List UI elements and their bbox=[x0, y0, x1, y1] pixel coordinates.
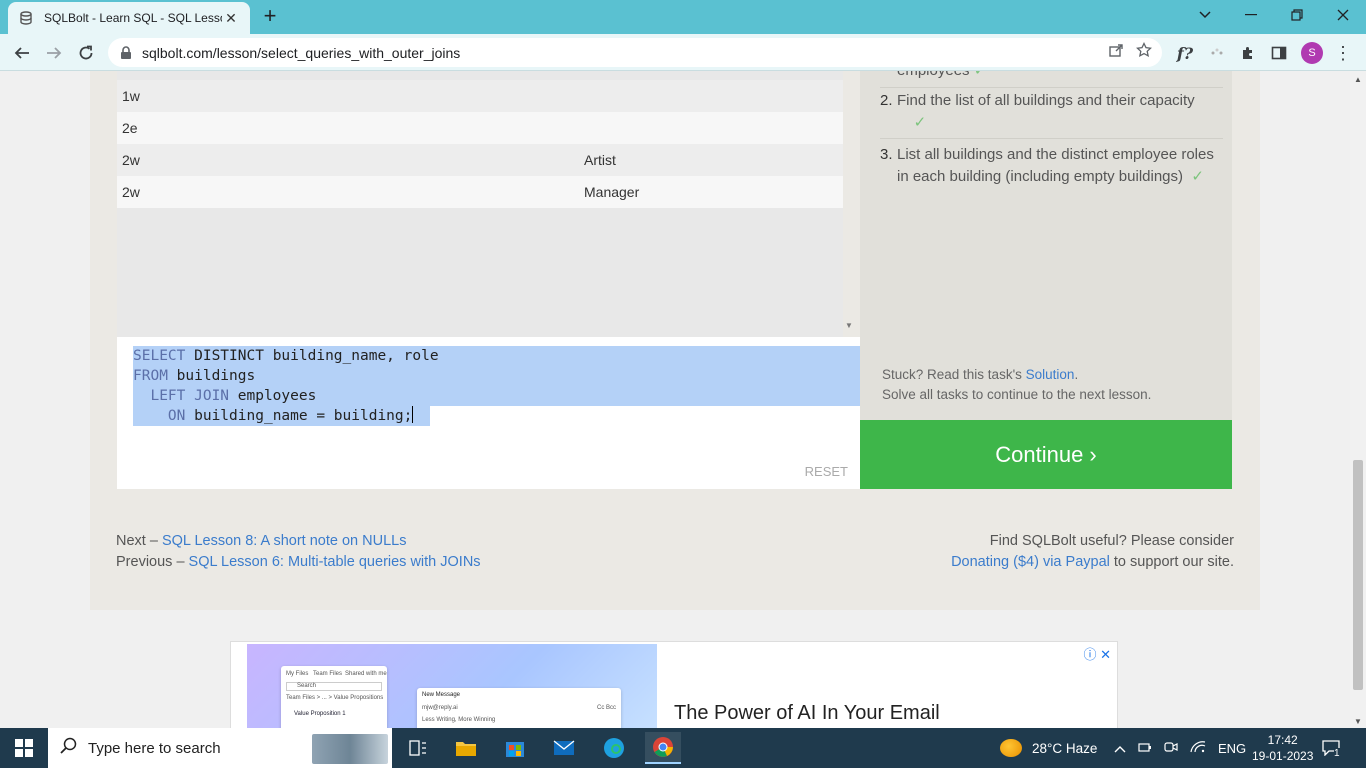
chrome-icon[interactable] bbox=[645, 732, 681, 764]
notifications-icon[interactable]: 1 bbox=[1322, 728, 1340, 768]
clock[interactable]: 17:42 19-01-2023 bbox=[1252, 728, 1313, 768]
table-row: 2w Manager bbox=[117, 176, 843, 208]
share-icon[interactable] bbox=[1108, 42, 1124, 63]
address-bar[interactable]: sqlbolt.com/lesson/select_queries_with_o… bbox=[108, 38, 1162, 67]
language-indicator[interactable]: ENG bbox=[1218, 741, 1246, 756]
chevron-up-icon[interactable] bbox=[1114, 741, 1126, 756]
results-scroll-down-icon[interactable]: ▼ bbox=[845, 321, 853, 330]
reset-button[interactable]: RESET bbox=[805, 464, 848, 479]
battery-icon[interactable] bbox=[1138, 741, 1152, 756]
check-icon: ✓ bbox=[974, 71, 987, 79]
table-row: 1w bbox=[117, 80, 843, 112]
next-lesson-line: Next – SQL Lesson 8: A short note on NUL… bbox=[116, 533, 407, 549]
tab-search-icon[interactable] bbox=[1182, 0, 1228, 30]
donate-prompt: Find SQLBolt useful? Please consider bbox=[989, 533, 1234, 549]
back-arrow-icon[interactable] bbox=[8, 39, 36, 67]
ad-mock-files-window: My Files Team Files Shared with me Searc… bbox=[281, 666, 387, 728]
continue-button[interactable]: Continue › bbox=[860, 420, 1232, 489]
tasks-panel: employees ✓ 2. Find the list of all buil… bbox=[860, 71, 1232, 420]
task-divider bbox=[880, 87, 1223, 88]
lesson-footer: Next – SQL Lesson 8: A short note on NUL… bbox=[90, 515, 1260, 610]
weather-widget[interactable]: 28°C Haze bbox=[1000, 728, 1097, 768]
extensions-puzzle-icon[interactable] bbox=[1235, 40, 1261, 66]
windows-taskbar: Type here to search 28°C Haze ENG 17:42 … bbox=[0, 728, 1366, 768]
edge-browser-icon[interactable] bbox=[596, 732, 632, 764]
side-panel-icon[interactable] bbox=[1266, 40, 1292, 66]
ad-mock-message-window: New Message mjw@reply.ai Cc Bcc Less Wri… bbox=[417, 688, 621, 728]
sql-code[interactable]: SELECT DISTINCT building_name, role FROM… bbox=[133, 346, 439, 426]
forward-arrow-icon[interactable] bbox=[40, 39, 68, 67]
search-icon bbox=[60, 737, 78, 760]
page-scrollbar[interactable]: ▲ ▼ bbox=[1350, 71, 1366, 728]
restore-icon[interactable] bbox=[1274, 0, 1320, 30]
scroll-up-icon[interactable]: ▲ bbox=[1354, 75, 1362, 84]
search-highlight-image bbox=[312, 734, 388, 764]
profile-avatar[interactable]: S bbox=[1299, 40, 1325, 66]
sql-editor[interactable]: SELECT DISTINCT building_name, role FROM… bbox=[117, 337, 860, 489]
browser-titlebar: SQLBolt - Learn SQL - SQL Lesso ✕ + bbox=[0, 0, 1366, 34]
donate-link[interactable]: Donating ($4) via Paypal bbox=[951, 554, 1110, 570]
text-caret bbox=[412, 406, 414, 423]
solve-all-hint: Solve all tasks to continue to the next … bbox=[882, 387, 1152, 402]
microsoft-store-icon[interactable] bbox=[497, 732, 533, 764]
solution-link[interactable]: Solution bbox=[1026, 367, 1075, 382]
next-lesson-link[interactable]: SQL Lesson 8: A short note on NULLs bbox=[162, 533, 407, 549]
task-view-icon[interactable] bbox=[400, 732, 436, 764]
donate-line: Donating ($4) via Paypal to support our … bbox=[951, 554, 1234, 570]
minimize-icon[interactable] bbox=[1228, 0, 1274, 30]
weather-sun-icon bbox=[1000, 739, 1022, 757]
advertisement[interactable]: My Files Team Files Shared with me Searc… bbox=[230, 641, 1118, 728]
wifi-icon[interactable] bbox=[1190, 740, 1206, 756]
reload-icon[interactable] bbox=[72, 39, 100, 67]
url-text: sqlbolt.com/lesson/select_queries_with_o… bbox=[142, 44, 461, 61]
browser-toolbar: sqlbolt.com/lesson/select_queries_with_o… bbox=[0, 34, 1366, 71]
menu-kebab-icon[interactable]: ⋮ bbox=[1330, 40, 1356, 66]
meet-now-icon[interactable] bbox=[1164, 741, 1178, 756]
ad-choices-icon[interactable]: ⓘ ✕ bbox=[1083, 644, 1111, 663]
system-tray: ENG bbox=[1114, 728, 1246, 768]
extension-dots-icon[interactable] bbox=[1204, 40, 1230, 66]
ad-image: My Files Team Files Shared with me Searc… bbox=[247, 644, 657, 728]
table-row: 2e bbox=[117, 112, 843, 144]
scroll-down-icon[interactable]: ▼ bbox=[1354, 717, 1362, 726]
table-row: 2w Artist bbox=[117, 144, 843, 176]
ad-headline[interactable]: The Power of AI In Your Email bbox=[674, 702, 940, 725]
sqlbolt-favicon-icon bbox=[18, 10, 34, 26]
tab-title: SQLBolt - Learn SQL - SQL Lesso bbox=[44, 11, 222, 25]
tab-close-icon[interactable]: ✕ bbox=[222, 10, 240, 27]
lock-icon bbox=[120, 45, 134, 60]
mail-icon[interactable] bbox=[546, 732, 582, 764]
browser-tab[interactable]: SQLBolt - Learn SQL - SQL Lesso ✕ bbox=[8, 2, 250, 34]
bookmark-star-icon[interactable] bbox=[1136, 41, 1152, 63]
scrollbar-thumb[interactable] bbox=[1353, 460, 1363, 690]
formula-extension-icon[interactable]: f? bbox=[1172, 40, 1198, 66]
check-icon: ✓ bbox=[913, 114, 927, 131]
task-divider bbox=[880, 138, 1223, 139]
previous-lesson-line: Previous – SQL Lesson 6: Multi-table que… bbox=[116, 554, 481, 570]
page-viewport: 1w 2e 2w Artist 2w Manager ▼ SELECT DIST… bbox=[0, 71, 1350, 728]
windows-start-icon[interactable] bbox=[0, 728, 48, 768]
close-window-icon[interactable] bbox=[1320, 0, 1366, 30]
new-tab-icon[interactable]: + bbox=[258, 5, 282, 29]
file-explorer-icon[interactable] bbox=[448, 732, 484, 764]
stuck-hint: Stuck? Read this task's Solution. bbox=[882, 367, 1079, 382]
check-icon: ✓ bbox=[1191, 168, 1204, 185]
previous-lesson-link[interactable]: SQL Lesson 6: Multi-table queries with J… bbox=[189, 554, 481, 570]
taskbar-search-input[interactable]: Type here to search bbox=[48, 728, 392, 768]
